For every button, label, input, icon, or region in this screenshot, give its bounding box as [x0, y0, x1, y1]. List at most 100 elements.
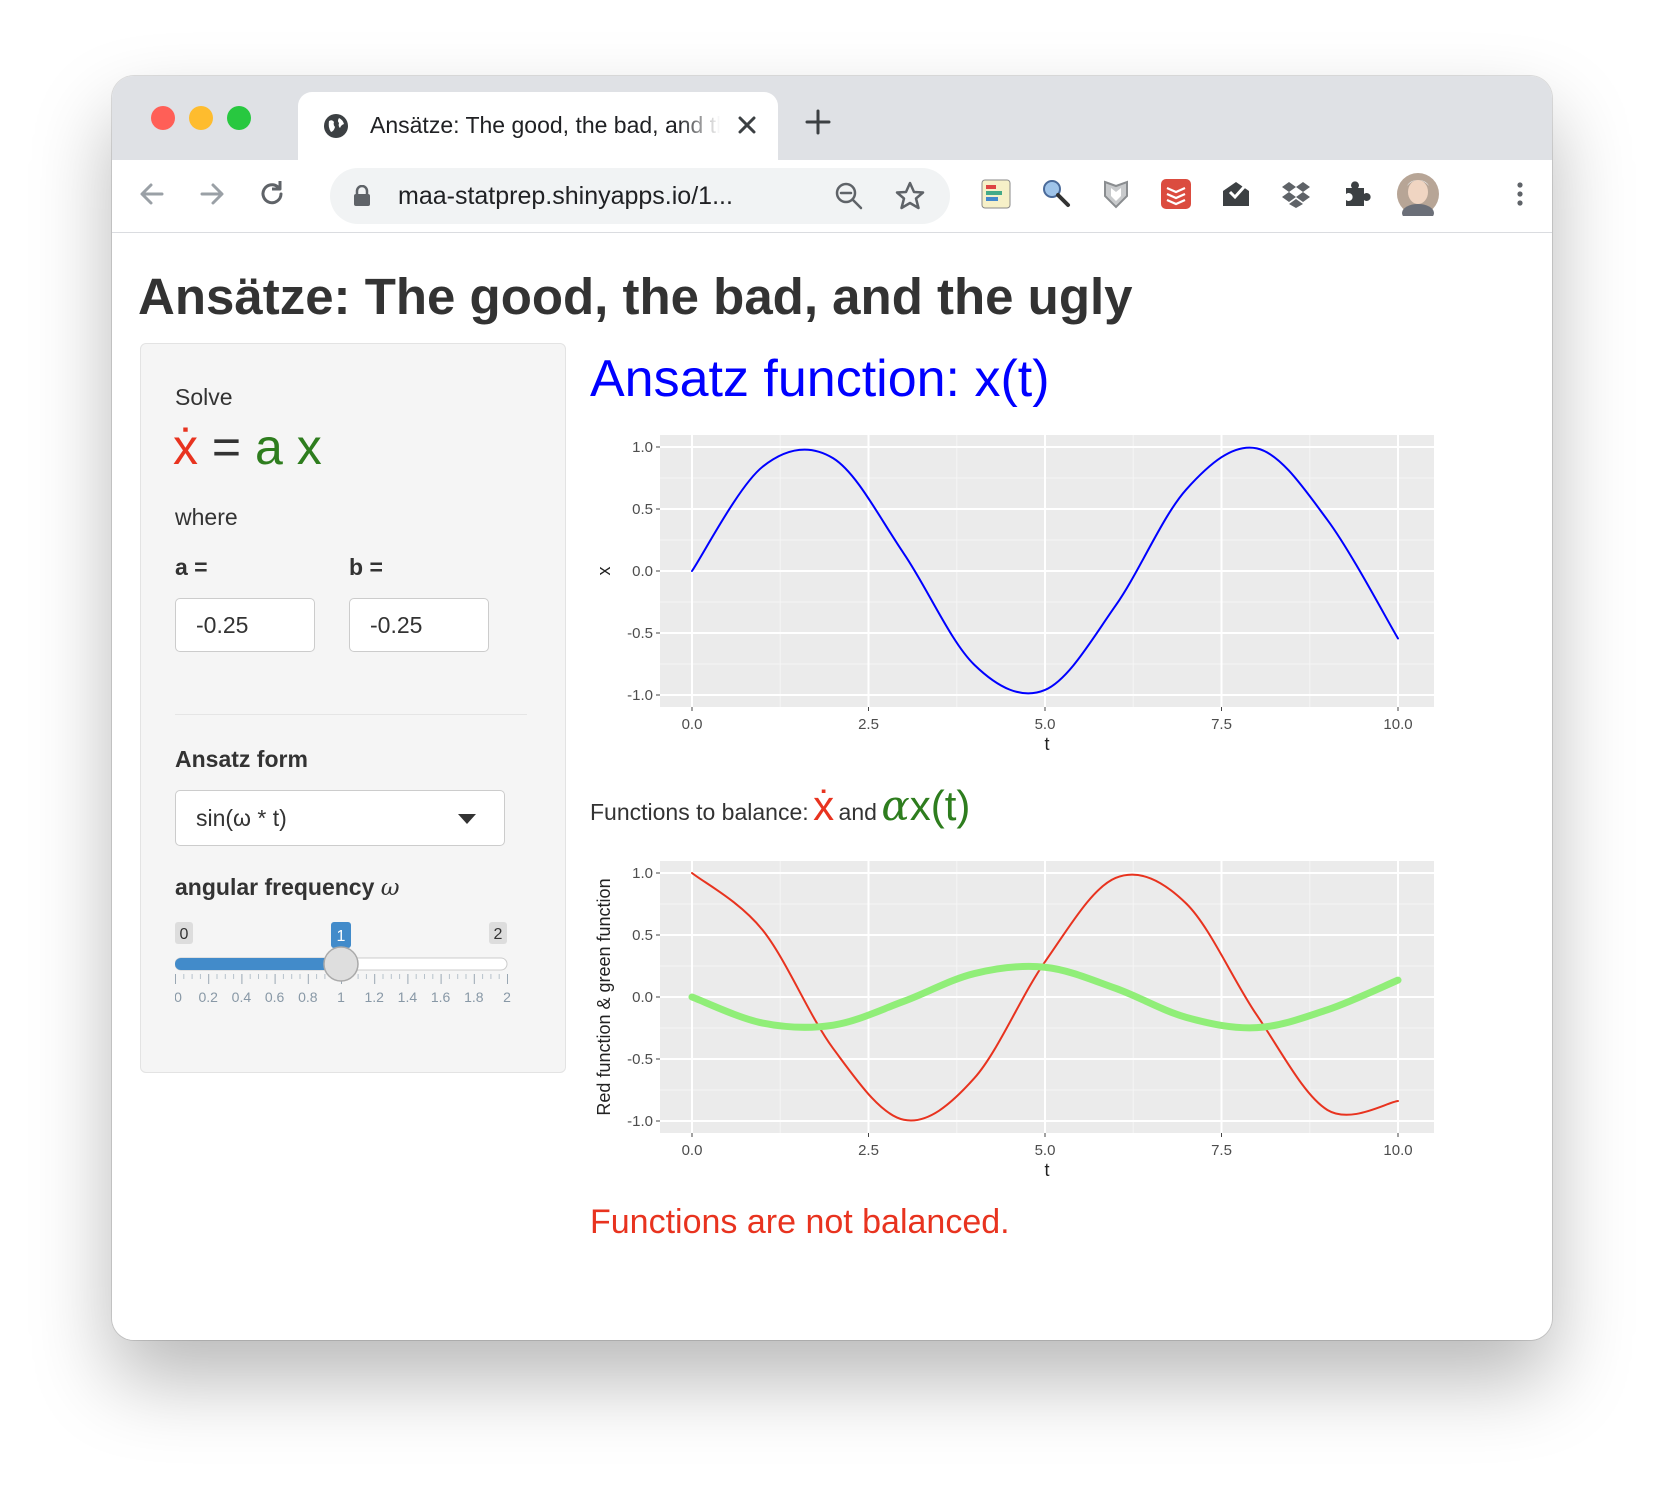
x-tick-label: 7.5: [1211, 716, 1232, 733]
slider-tick-label: 1: [337, 989, 345, 1005]
tab-title: Ansätze: The good, the bad, and the ugly: [370, 112, 720, 138]
x-axis-label: t: [1044, 1160, 1049, 1180]
zoom-window-button[interactable]: [227, 106, 251, 130]
equation-xdot: ẋ: [173, 419, 198, 475]
browser-window: Ansätze: The good, the bad, and the ugly…: [112, 76, 1552, 1340]
slider-max-label: 2: [494, 926, 503, 943]
balance-alpha: α: [881, 781, 910, 830]
solve-label: Solve: [175, 384, 233, 410]
where-label: where: [175, 504, 238, 530]
back-arrow-icon[interactable]: [134, 176, 170, 212]
y-tick-label: 1.0: [632, 865, 653, 882]
ansatz-heading: Ansatz function: x(t): [590, 350, 1050, 408]
x-tick-label: 0.0: [682, 716, 703, 733]
chevron-down-icon: [458, 814, 476, 824]
close-tab-icon[interactable]: [732, 110, 762, 140]
extensions-puzzle-icon[interactable]: [1338, 176, 1374, 212]
equation: ẋ = a x: [173, 418, 322, 476]
lock-icon: [354, 185, 370, 206]
x-tick-label: 2.5: [858, 1142, 879, 1159]
frequency-label-symbol: ω: [380, 875, 400, 901]
profile-avatar[interactable]: [1396, 172, 1440, 216]
x-tick-label: 5.0: [1035, 716, 1056, 733]
address-bar[interactable]: maa-statprep.shinyapps.io/1...: [330, 168, 950, 224]
a-label: a =: [175, 554, 208, 580]
balance-and: and: [838, 799, 877, 825]
a-input[interactable]: [175, 598, 315, 652]
sidebar-panel: Solve ẋ = a x where a = b = Ansatz form …: [140, 343, 566, 1073]
balance-xdot: ẋ: [813, 782, 835, 829]
slider-tick-label: 1.2: [364, 989, 384, 1005]
frequency-slider[interactable]: 0 2 0 0.2 0.4 0.6 0.8 1 1.2 1.4 1.6 1.8 2 1: [174, 918, 515, 1038]
browser-tab-active[interactable]: Ansätze: The good, the bad, and the ugly: [298, 92, 778, 160]
slider-tick-label: 0.8: [298, 989, 318, 1005]
forward-arrow-icon[interactable]: [194, 176, 230, 212]
y-tick-label: -1.0: [627, 1113, 653, 1130]
divider: [175, 714, 527, 715]
slider-tick-label: 0.6: [265, 989, 285, 1005]
x-tick-label: 5.0: [1035, 1142, 1056, 1159]
slider-handle[interactable]: [323, 946, 359, 982]
x-tick-label: 10.0: [1383, 716, 1412, 733]
slider-tick-label: 2: [503, 989, 511, 1005]
y-tick-label: 0.0: [632, 563, 653, 580]
slider-value-label: 1: [337, 928, 346, 945]
globe-icon: [324, 114, 348, 138]
y-axis-label: Red function & green function: [594, 878, 614, 1115]
browser-menu-icon[interactable]: [1502, 176, 1538, 212]
b-input[interactable]: [349, 598, 489, 652]
minimize-window-button[interactable]: [189, 106, 213, 130]
balance-caption: Functions to balance: ẋ and αx(t): [590, 781, 970, 830]
y-tick-label: -1.0: [627, 687, 653, 704]
extension-magnifier-icon[interactable]: [1038, 176, 1074, 212]
browser-toolbar: maa-statprep.shinyapps.io/1...: [112, 160, 1552, 233]
slider-value-badge: 1: [331, 922, 351, 948]
y-tick-label: -0.5: [627, 625, 653, 642]
equation-equals: =: [211, 419, 242, 475]
balance-plot: 0.0 2.5 5.0 7.5 10.0 -1.0 -0.5 0.0 0.5 1.0 t Red fu…: [594, 861, 1434, 1180]
extension-shield-icon[interactable]: [1098, 176, 1134, 212]
page-title: Ansätze: The good, the bad, and the ugly: [138, 268, 1133, 325]
balance-xt: x(t): [909, 782, 971, 829]
frequency-label-text: angular frequency: [175, 874, 375, 900]
extension-dropbox-icon[interactable]: [1278, 176, 1314, 212]
slider-tick-label: 0.4: [232, 989, 252, 1005]
slider-tick-label: 0: [175, 989, 182, 1005]
equation-rhs: a x: [255, 419, 322, 475]
bookmark-star-icon[interactable]: [894, 180, 926, 212]
extension-tables-icon[interactable]: [978, 176, 1014, 212]
slider-tick-label: 1.8: [464, 989, 484, 1005]
reload-icon[interactable]: [254, 176, 290, 212]
zoom-out-icon[interactable]: [834, 181, 864, 211]
y-tick-label: -0.5: [627, 1051, 653, 1068]
x-tick-label: 2.5: [858, 716, 879, 733]
slider-tick-label: 1.6: [431, 989, 451, 1005]
b-label: b =: [349, 554, 383, 580]
y-tick-label: 0.0: [632, 989, 653, 1006]
frequency-label: angular frequency ω: [175, 874, 400, 901]
extension-mail-icon[interactable]: [1218, 176, 1254, 212]
slider-fill: [175, 958, 341, 970]
new-tab-icon[interactable]: [802, 106, 834, 138]
x-tick-label: 0.0: [682, 1142, 703, 1159]
x-tick-label: 10.0: [1383, 1142, 1412, 1159]
x-axis-label: t: [1044, 734, 1049, 754]
extension-todoist-icon[interactable]: [1158, 176, 1194, 212]
slider-tick-label: 0.2: [198, 989, 218, 1005]
ansatz-form-label: Ansatz form: [175, 746, 308, 772]
tab-strip: Ansätze: The good, the bad, and the ugly: [112, 76, 1552, 160]
page-content: Ansätze: The good, the bad, and the ugly…: [112, 233, 1552, 1340]
y-axis-label: x: [594, 567, 614, 576]
y-tick-label: 1.0: [632, 439, 653, 456]
x-tick-label: 7.5: [1211, 1142, 1232, 1159]
balance-prefix: Functions to balance:: [590, 799, 809, 825]
y-tick-label: 0.5: [632, 927, 653, 944]
close-window-button[interactable]: [151, 106, 175, 130]
url-text: maa-statprep.shinyapps.io/1...: [398, 182, 733, 210]
ansatz-form-select[interactable]: sin(ω * t): [175, 790, 505, 846]
slider-min-label: 0: [180, 926, 189, 943]
ansatz-form-selected: sin(ω * t): [196, 805, 287, 831]
slider-tick-label: 1.4: [398, 989, 418, 1005]
ansatz-plot: 0.0 2.5 5.0 7.5 10.0 -1.0 -0.5 0.0 0.5 1.0 t x: [594, 435, 1434, 754]
y-tick-label: 0.5: [632, 501, 653, 518]
